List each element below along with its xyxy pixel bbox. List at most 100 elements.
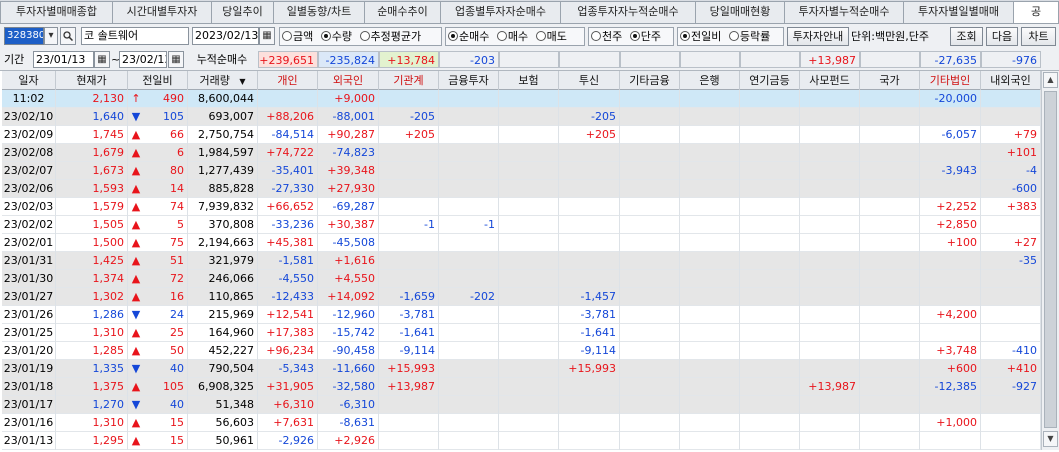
- cell-pf: [800, 270, 860, 288]
- col-header-individual[interactable]: 개인: [258, 71, 318, 90]
- code-dropdown-button[interactable]: ▾: [44, 27, 58, 45]
- next-button[interactable]: 다음: [986, 27, 1018, 46]
- summary-insurance: [499, 51, 559, 68]
- tab-investor-daily[interactable]: 투자자별일별매매: [903, 1, 1014, 23]
- col-header-volume[interactable]: 거래량 ▼: [188, 71, 258, 90]
- cell-oth: [620, 324, 680, 342]
- table-row[interactable]: 23/02/07 1,673 ▲ 80 1,277,439 -35,401 +39,348 -…: [2, 162, 1041, 180]
- tab-daily-trend[interactable]: 당일추이: [211, 1, 274, 23]
- cell-dom: -35: [981, 252, 1041, 270]
- cell-oth: [620, 144, 680, 162]
- cell-nat: [860, 270, 920, 288]
- stock-search-button[interactable]: [60, 27, 76, 45]
- table-row[interactable]: 23/01/30 1,374 ▲ 72 246,066 -4,550 +4,550: [2, 270, 1041, 288]
- table-row[interactable]: 23/01/19 1,335 ▼ 40 790,504 -5,343 -11,660 +15,…: [2, 360, 1041, 378]
- radio-sell[interactable]: 매도: [535, 28, 567, 45]
- table-row[interactable]: 23/01/13 1,295 ▲ 15 50,961 -2,926 +2,926: [2, 432, 1041, 450]
- col-header-change[interactable]: 전일비: [128, 71, 188, 90]
- col-header-date[interactable]: 일자: [2, 71, 56, 90]
- radio-thousand-shares[interactable]: 천주: [591, 28, 622, 45]
- cell-trust: -1,457: [559, 288, 620, 306]
- table-row[interactable]: 23/02/10 1,640 ▼ 105 693,007 +88,206 -88,001 -2…: [2, 108, 1041, 126]
- base-date-input[interactable]: 2023/02/13: [192, 27, 259, 45]
- period-end-calendar-button[interactable]: ▦: [168, 51, 184, 68]
- radio-avg-price[interactable]: 추정평균가: [359, 28, 421, 45]
- col-header-domestic-foreign[interactable]: 내외국인: [981, 71, 1041, 90]
- tab-daily-chart[interactable]: 일별동향/차트: [273, 1, 365, 23]
- table-row[interactable]: 23/01/26 1,286 ▼ 24 215,969 +12,541 -12,960 -3,…: [2, 306, 1041, 324]
- cell-ind: +7,631: [258, 414, 318, 432]
- tab-sector-investor-net[interactable]: 업종별투자자순매수: [440, 1, 561, 23]
- radio-quantity[interactable]: 수량: [320, 28, 352, 45]
- cell-inst: +13,987: [379, 378, 439, 396]
- col-header-pension[interactable]: 연기금등: [740, 71, 800, 90]
- radio-net-buy[interactable]: 순매수: [448, 28, 489, 45]
- table-row[interactable]: 23/01/18 1,375 ▲ 105 6,908,325 +31,905 -32,580…: [2, 378, 1041, 396]
- radio-change-rate[interactable]: 등락률: [728, 28, 770, 45]
- period-start-calendar-button[interactable]: ▦: [94, 51, 110, 68]
- table-row[interactable]: 23/02/09 1,745 ▲ 66 2,750,754 -84,514 +90,287 +…: [2, 126, 1041, 144]
- period-start-input[interactable]: 23/01/13: [33, 51, 94, 68]
- tab-investor-cumulative[interactable]: 투자자별누적순매수: [784, 1, 904, 23]
- arrow-up-icon: ▲: [131, 434, 141, 447]
- col-header-institution[interactable]: 기관계: [379, 71, 439, 90]
- table-row[interactable]: 23/02/06 1,593 ▲ 14 885,828 -27,330 +27,930 -60…: [2, 180, 1041, 198]
- search-button[interactable]: 조회: [950, 27, 983, 46]
- scroll-thumb[interactable]: [1044, 91, 1057, 428]
- radio-prev-diff[interactable]: 전일비: [680, 28, 721, 45]
- table-row[interactable]: 23/02/03 1,579 ▲ 74 7,939,832 +66,652 -69,287 +…: [2, 198, 1041, 216]
- radio-single-shares[interactable]: 단주: [629, 28, 661, 45]
- col-header-private-fund[interactable]: 사모펀드: [800, 71, 860, 90]
- stock-code-input[interactable]: 328380: [4, 27, 44, 45]
- table-row[interactable]: 23/02/01 1,500 ▲ 75 2,194,663 +45,381 -45,508 +…: [2, 234, 1041, 252]
- arrow-up-icon: ▲: [131, 416, 141, 429]
- col-header-insurance[interactable]: 보험: [499, 71, 559, 90]
- table-row[interactable]: 23/01/31 1,425 ▲ 51 321,979 -1,581 +1,616 -35: [2, 252, 1041, 270]
- table-row[interactable]: 23/02/08 1,679 ▲ 6 1,984,597 +74,722 -74,823 +1…: [2, 144, 1041, 162]
- change-value: 40: [170, 398, 184, 411]
- cell-frn: +39,348: [318, 162, 379, 180]
- cell-ind: -12,433: [258, 288, 318, 306]
- cell-trust: -9,114: [559, 342, 620, 360]
- col-header-financial[interactable]: 금융투자: [439, 71, 499, 90]
- tab-time-investor[interactable]: 시간대별투자자: [112, 1, 212, 23]
- col-header-foreign[interactable]: 외국인: [318, 71, 379, 90]
- table-row[interactable]: 23/02/02 1,505 ▲ 5 370,808 -33,236 +30,387 -1 -1…: [2, 216, 1041, 234]
- cell-price: 1,285: [56, 342, 128, 360]
- cell-vol: 1,984,597: [188, 144, 258, 162]
- vertical-scrollbar[interactable]: ▲ ▼: [1041, 71, 1059, 450]
- tab-sector-cumulative[interactable]: 업종투자자누적순매수: [560, 1, 696, 23]
- base-date-calendar-button[interactable]: ▦: [259, 27, 275, 45]
- cell-pf: +13,987: [800, 378, 860, 396]
- tab-investor-summary[interactable]: 투자자별매매종합: [0, 1, 113, 23]
- investor-guide-button[interactable]: 투자자안내: [787, 27, 849, 46]
- summary-financial: -203: [439, 51, 499, 68]
- cell-pen: [740, 90, 800, 108]
- radio-amount[interactable]: 금액: [282, 28, 313, 45]
- scroll-up-button[interactable]: ▲: [1043, 72, 1058, 88]
- stock-name-field[interactable]: 코 솔트웨어: [81, 27, 189, 45]
- table-row[interactable]: 23/01/17 1,270 ▼ 40 51,348 +6,310 -6,310: [2, 396, 1041, 414]
- cell-price: 1,286: [56, 306, 128, 324]
- table-row[interactable]: 23/01/27 1,302 ▲ 16 110,865 -12,433 +14,092 -1,…: [2, 288, 1041, 306]
- table-row[interactable]: 11:02 2,130 ↑ 490 8,600,044 +9,000 -20,000: [2, 90, 1041, 108]
- col-header-price[interactable]: 현재가: [56, 71, 128, 90]
- table-row[interactable]: 23/01/25 1,310 ▲ 25 164,960 +17,383 -15,742 -1,…: [2, 324, 1041, 342]
- chart-button[interactable]: 차트: [1021, 27, 1056, 46]
- cell-pen: [740, 108, 800, 126]
- radio-dot-single: [629, 31, 640, 41]
- col-header-other-corp[interactable]: 기타법인: [920, 71, 981, 90]
- cell-vol: 8,600,044: [188, 90, 258, 108]
- col-header-nation[interactable]: 국가: [860, 71, 920, 90]
- radio-buy[interactable]: 매수: [496, 28, 528, 45]
- table-row[interactable]: 23/01/20 1,285 ▲ 50 452,227 +96,234 -90,458 -9,…: [2, 342, 1041, 360]
- scroll-down-button[interactable]: ▼: [1043, 431, 1058, 447]
- tab-net-buy-trend[interactable]: 순매수추이: [364, 1, 441, 23]
- col-header-trust[interactable]: 투신: [559, 71, 620, 90]
- period-end-input[interactable]: 23/02/13: [119, 51, 167, 68]
- col-header-other-finance[interactable]: 기타금융: [620, 71, 680, 90]
- col-header-bank[interactable]: 은행: [680, 71, 740, 90]
- tab-today-trades[interactable]: 당일매매현황: [695, 1, 785, 23]
- table-row[interactable]: 23/01/16 1,310 ▲ 15 56,603 +7,631 -8,631 +1,000: [2, 414, 1041, 432]
- tab-short-selling[interactable]: 공: [1013, 1, 1059, 23]
